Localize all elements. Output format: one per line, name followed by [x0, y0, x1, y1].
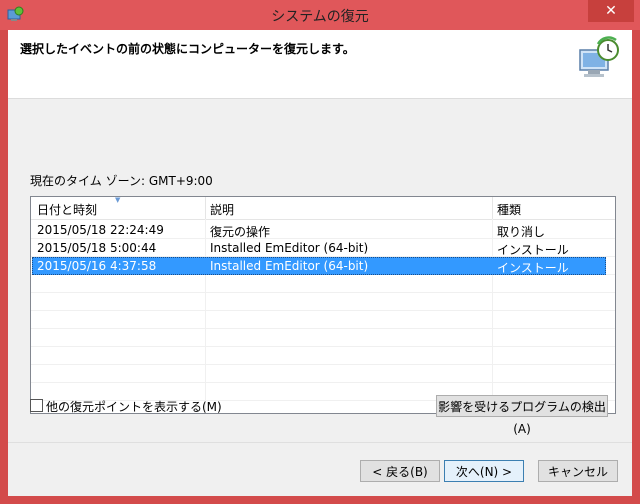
window-title: システムの復元: [271, 9, 369, 25]
row-type: インストール: [497, 261, 569, 275]
row-type: インストール: [497, 243, 569, 257]
footer-divider: [8, 442, 632, 443]
scan-affected-programs-button[interactable]: 影響を受けるプログラムの検出(A): [436, 395, 608, 436]
table-row[interactable]: 2015/05/18 22:24:49 復元の操作 取り消し: [32, 221, 606, 239]
column-header-type[interactable]: 種類: [493, 197, 615, 219]
row-gridline: [31, 364, 615, 365]
back-button[interactable]: < 戻る(B): [360, 460, 440, 482]
column-header-label: 説明: [210, 203, 235, 217]
list-header: ▼ 日付と時刻 説明 種類: [31, 196, 615, 220]
close-button[interactable]: ✕: [588, 0, 634, 22]
row-gridline: [31, 382, 615, 383]
row-gridline: [31, 292, 615, 293]
cancel-button[interactable]: キャンセル: [538, 460, 618, 482]
row-gridline: [31, 346, 615, 347]
row-date: 2015/05/18 22:24:49: [37, 223, 164, 237]
next-button[interactable]: 次へ(N) >: [444, 460, 524, 482]
instruction-text: 選択したイベントの前の状態にコンピューターを復元します。: [20, 42, 355, 56]
header-band: 選択したイベントの前の状態にコンピューターを復元します。: [8, 30, 632, 99]
row-date: 2015/05/16 4:37:58: [37, 259, 157, 273]
column-header-label: 種類: [497, 203, 522, 217]
table-row-selected[interactable]: 2015/05/16 4:37:58 Installed EmEditor (6…: [32, 257, 606, 275]
column-header-description[interactable]: 説明: [206, 197, 493, 219]
client-area: 選択したイベントの前の状態にコンピューターを復元します。 現在のタイム ゾーン:…: [8, 30, 632, 496]
show-more-checkbox[interactable]: [30, 399, 43, 412]
row-description: Installed EmEditor (64-bit): [210, 241, 369, 255]
title-bar[interactable]: システムの復元 ✕: [0, 0, 640, 30]
restore-points-list[interactable]: ▼ 日付と時刻 説明 種類 2015/05/18 22:24:49 復元の操作 …: [30, 196, 616, 414]
show-more-label[interactable]: 他の復元ポイントを表示する(M): [46, 398, 222, 415]
row-gridline: [31, 310, 615, 311]
row-date: 2015/05/18 5:00:44: [37, 241, 157, 255]
column-header-label: 日付と時刻: [37, 203, 98, 217]
system-restore-window: システムの復元 ✕ 選択したイベントの前の状態にコンピューターを復元します。 現…: [0, 0, 640, 504]
restore-computer-clock-icon: [579, 36, 619, 77]
table-row[interactable]: 2015/05/18 5:00:44 Installed EmEditor (6…: [32, 239, 606, 257]
row-description: Installed EmEditor (64-bit): [210, 259, 369, 273]
row-gridline: [31, 328, 615, 329]
column-header-date[interactable]: ▼ 日付と時刻: [31, 196, 206, 219]
sort-descending-icon: ▼: [115, 196, 121, 204]
row-description: 復元の操作: [210, 225, 271, 239]
row-type: 取り消し: [497, 225, 546, 239]
timezone-label: 現在のタイム ゾーン: GMT+9:00: [30, 174, 213, 188]
